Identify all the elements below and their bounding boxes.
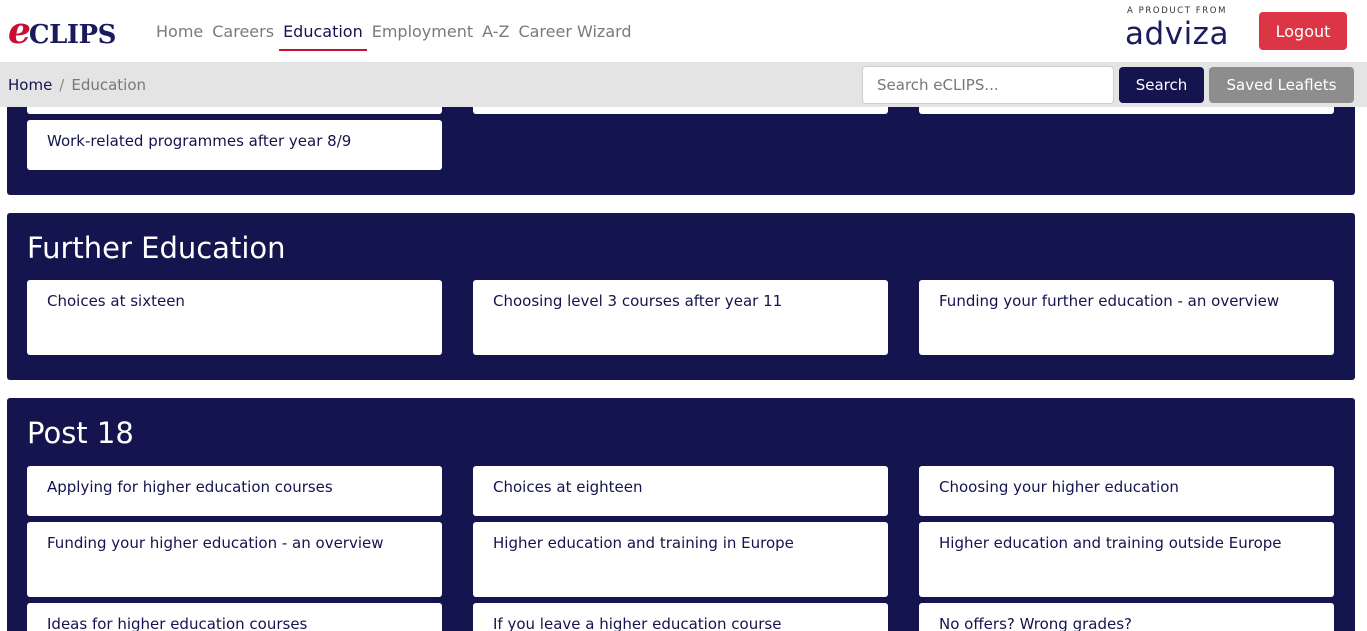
nav-home[interactable]: Home (156, 0, 203, 62)
breadcrumb-home[interactable]: Home (8, 76, 52, 94)
section-post-18: Post 18 Applying for higher education co… (7, 398, 1355, 631)
nav-career-wizard[interactable]: Career Wizard (518, 0, 631, 62)
nav-a-z[interactable]: A-Z (482, 0, 509, 62)
logout-button[interactable]: Logout (1259, 12, 1347, 50)
saved-leaflets-button[interactable]: Saved Leaflets (1209, 67, 1354, 103)
section-earlier: Work-related programmes after year 8/9 (7, 107, 1355, 195)
card-leave-he[interactable]: If you leave a higher education course (473, 603, 888, 631)
card-work-related[interactable]: Work-related programmes after year 8/9 (27, 120, 442, 170)
card-hidden-2[interactable] (473, 107, 888, 114)
card-choosing-he[interactable]: Choosing your higher education (919, 466, 1334, 516)
card-no-offers[interactable]: No offers? Wrong grades? (919, 603, 1334, 631)
breadcrumb-separator: / (59, 75, 65, 94)
nav-careers[interactable]: Careers (212, 0, 274, 62)
brand-logo: adviza (1125, 16, 1229, 52)
card-hidden-1[interactable] (27, 107, 442, 114)
brand-tagline: A PRODUCT FROM (1126, 6, 1228, 16)
search-button[interactable]: Search (1119, 67, 1204, 103)
main-content: Work-related programmes after year 8/9 F… (0, 107, 1367, 631)
section-title: Further Education (27, 231, 286, 265)
eclips-logo[interactable]: e CLIPS (8, 10, 116, 52)
section-title: Post 18 (27, 416, 134, 450)
card-he-outside-europe[interactable]: Higher education and training outside Eu… (919, 522, 1334, 597)
card-funding-he[interactable]: Funding your higher education - an overv… (27, 522, 442, 597)
top-header: e CLIPS Home Careers Education Employmen… (0, 0, 1367, 62)
card-hidden-3[interactable] (919, 107, 1334, 114)
card-choices-eighteen[interactable]: Choices at eighteen (473, 466, 888, 516)
card-ideas-he[interactable]: Ideas for higher education courses (27, 603, 442, 631)
main-nav: Home Careers Education Employment A-Z Ca… (156, 0, 641, 62)
search-input[interactable] (862, 66, 1114, 104)
breadcrumb-current: Education (71, 75, 147, 94)
logo-mark: e (8, 10, 31, 52)
nav-employment[interactable]: Employment (372, 0, 473, 62)
card-choices-sixteen[interactable]: Choices at sixteen (27, 280, 442, 355)
breadcrumb-bar: Home / Education Search Saved Leaflets (0, 62, 1367, 107)
nav-education[interactable]: Education (279, 0, 367, 62)
section-further-education: Further Education Choices at sixteen Cho… (7, 213, 1355, 380)
card-applying-he[interactable]: Applying for higher education courses (27, 466, 442, 516)
logo-text: CLIPS (28, 20, 116, 50)
card-funding-fe[interactable]: Funding your further education - an over… (919, 280, 1334, 355)
breadcrumb: Home / Education (8, 62, 146, 107)
adviza-brand: A PRODUCT FROM adviza (1118, 6, 1236, 56)
card-level3-courses[interactable]: Choosing level 3 courses after year 11 (473, 280, 888, 355)
card-he-europe[interactable]: Higher education and training in Europe (473, 522, 888, 597)
